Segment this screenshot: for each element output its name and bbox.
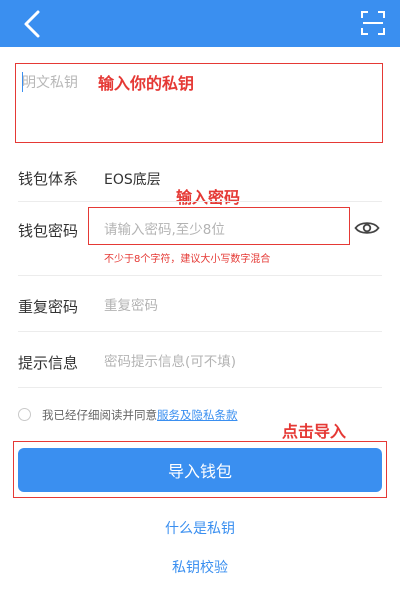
wallet-system-value: EOS底层	[104, 172, 161, 188]
wallet-system-label: 钱包体系	[18, 170, 79, 188]
annotation-enter-password: 输入密码	[176, 188, 241, 207]
wallet-password-input[interactable]	[100, 216, 340, 244]
back-arrow-icon[interactable]	[18, 8, 48, 40]
password-hint-input[interactable]	[100, 348, 340, 376]
terms-link[interactable]: 服务及隐私条款	[157, 408, 238, 422]
verify-private-key-link[interactable]: 私钥校验	[0, 557, 400, 577]
what-is-private-key-link[interactable]: 什么是私钥	[0, 518, 400, 538]
divider	[18, 387, 382, 388]
private-key-input[interactable]	[18, 66, 382, 144]
divider	[18, 275, 382, 276]
password-hint-text: 不少于8个字符，建议大小写数字混合	[104, 254, 271, 265]
private-key-area	[18, 66, 382, 144]
header-bar	[0, 0, 400, 47]
wallet-password-label: 钱包密码	[18, 222, 79, 240]
annotation-enter-key: 输入你的私钥	[98, 74, 195, 93]
import-wallet-button[interactable]: 导入钱包	[18, 448, 382, 492]
divider	[18, 331, 382, 332]
import-wallet-page: 输入你的私钥 钱包体系 EOS底层 输入密码 钱包密码 不少于8个字符，建议大小…	[0, 0, 400, 599]
scan-icon[interactable]	[360, 10, 386, 36]
text-cursor	[22, 72, 23, 92]
agreement-checkbox[interactable]	[18, 408, 31, 421]
agreement-text: 我已经仔细阅读并同意服务及隐私条款	[42, 407, 238, 423]
divider	[18, 201, 382, 202]
eye-icon[interactable]	[354, 219, 380, 237]
repeat-password-label: 重复密码	[18, 298, 79, 316]
annotation-click-import: 点击导入	[282, 422, 347, 441]
repeat-password-input[interactable]	[100, 292, 340, 320]
password-hint-label: 提示信息	[18, 354, 79, 372]
agreement-label: 我已经仔细阅读并同意	[42, 408, 157, 422]
